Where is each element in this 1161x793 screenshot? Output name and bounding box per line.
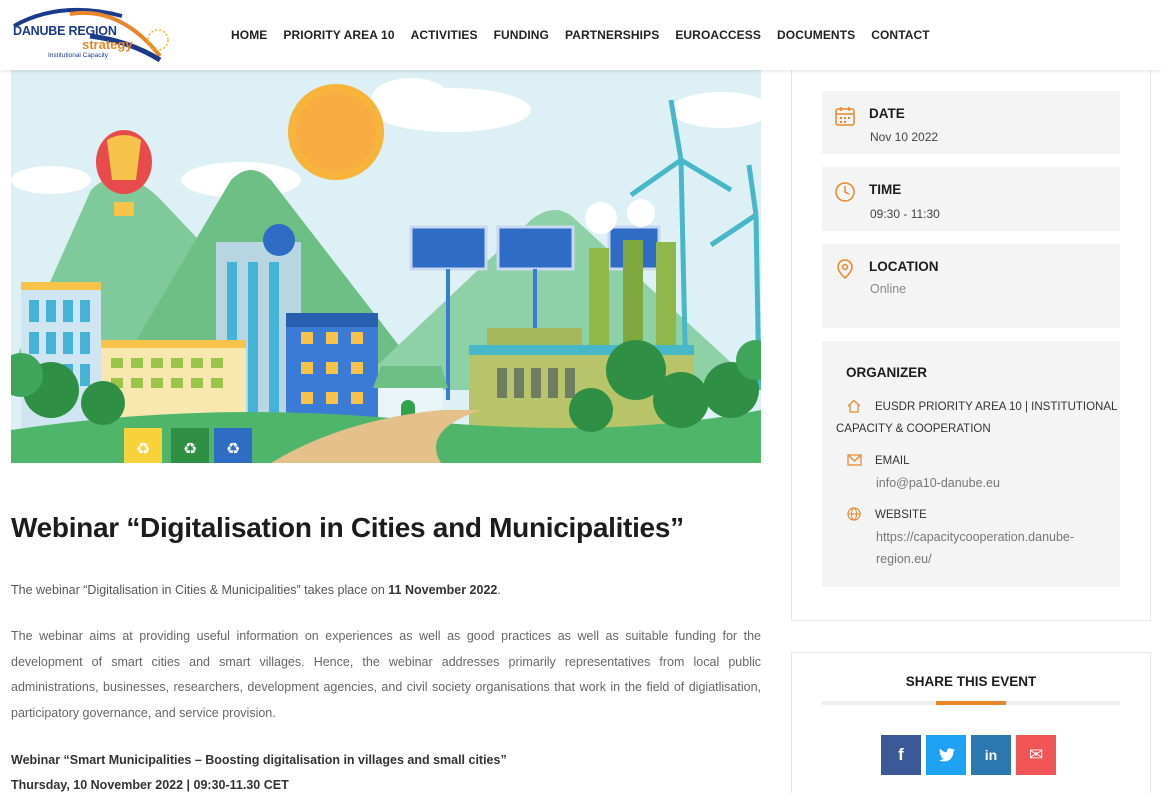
location-card: LOCATION Online — [822, 244, 1120, 328]
intro-end: . — [497, 583, 501, 597]
time-card: TIME 09:30 - 11:30 — [822, 167, 1120, 231]
session-title: Webinar “Smart Municipalities – Boosting… — [11, 753, 507, 767]
smart-city-illustration: ♻ ♻ ♻ — [11, 70, 761, 463]
organizer-title: ORGANIZER — [846, 365, 927, 380]
nav-documents[interactable]: DOCUMENTS — [777, 28, 855, 42]
intro-paragraph: The webinar “Digitalisation in Cities & … — [11, 583, 501, 597]
map-pin-icon — [837, 259, 853, 279]
page-title: Webinar “Digitalisation in Cities and Mu… — [11, 512, 684, 543]
nav-contact[interactable]: CONTACT — [871, 28, 929, 42]
logo-text-main: DANUBE REGION — [13, 24, 117, 38]
nav-priority-area-10[interactable]: PRIORITY AREA 10 — [283, 28, 394, 42]
svg-text:♻: ♻ — [183, 439, 197, 458]
nav-euroaccess[interactable]: EUROACCESS — [675, 28, 761, 42]
time-value: 09:30 - 11:30 — [870, 207, 940, 221]
website-link[interactable]: https://capacitycooperation.danube- regi… — [876, 526, 1074, 570]
intro-text: The webinar “Digitalisation in Cities & … — [11, 583, 389, 597]
date-card: DATE Nov 10 2022 — [822, 91, 1120, 154]
nav-activities[interactable]: ACTIVITIES — [411, 28, 478, 42]
share-linkedin-button[interactable]: in — [971, 735, 1011, 775]
calendar-icon — [835, 107, 855, 126]
location-label: LOCATION — [869, 259, 939, 274]
organizer-card: ORGANIZER EUSDR PRIORITY AREA 10 | INSTI… — [822, 341, 1120, 587]
email-link[interactable]: info@pa10-danube.eu — [876, 472, 1000, 494]
share-email-button[interactable]: ✉ — [1016, 735, 1056, 775]
clock-icon — [835, 182, 855, 202]
share-facebook-button[interactable]: f — [881, 735, 921, 775]
hero-illustration: ♻ ♻ ♻ — [11, 70, 761, 463]
share-twitter-button[interactable] — [926, 735, 966, 775]
share-divider — [822, 701, 1120, 705]
nav-home[interactable]: HOME — [231, 28, 267, 42]
share-title: SHARE THIS EVENT — [905, 674, 1037, 689]
logo-text-sub: Institutional Capacity — [48, 52, 108, 59]
nav-partnerships[interactable]: PARTNERSHIPS — [565, 28, 659, 42]
svg-text:♻: ♻ — [136, 439, 150, 458]
facebook-icon: f — [898, 745, 904, 764]
share-divider-accent — [936, 701, 1006, 705]
nav-funding[interactable]: FUNDING — [494, 28, 549, 42]
time-label: TIME — [869, 182, 902, 197]
intro-date: 11 November 2022 — [388, 583, 498, 597]
share-panel: SHARE THIS EVENT f in ✉ — [791, 652, 1151, 793]
organizer-name-line1: EUSDR PRIORITY AREA 10 | INSTITUTIONAL — [875, 401, 1118, 413]
site-header: DANUBE REGION strategy Institutional Cap… — [0, 0, 1161, 70]
website-link-line2: region.eu/ — [876, 552, 932, 566]
globe-icon — [847, 507, 861, 521]
date-label: DATE — [869, 106, 905, 121]
logo-text-strategy: strategy — [82, 37, 133, 52]
email-label: EMAIL — [875, 455, 910, 467]
session-block: Webinar “Smart Municipalities – Boosting… — [11, 748, 507, 793]
home-icon — [847, 399, 861, 413]
email-share-icon: ✉ — [1028, 745, 1044, 764]
website-label: WEBSITE — [875, 509, 927, 521]
svg-text:♻: ♻ — [226, 439, 240, 458]
date-value: Nov 10 2022 — [870, 130, 939, 144]
organizer-name-line2: CAPACITY & COOPERATION — [836, 423, 991, 435]
site-logo[interactable]: DANUBE REGION strategy Institutional Cap… — [10, 6, 172, 64]
website-link-line1: https://capacitycooperation.danube- — [876, 530, 1075, 544]
main-nav: HOME PRIORITY AREA 10 ACTIVITIES FUNDING… — [231, 28, 946, 42]
linkedin-icon: in — [984, 747, 998, 763]
envelope-icon — [847, 454, 862, 466]
description-paragraph: The webinar aims at providing useful inf… — [11, 629, 761, 720]
session-datetime: Thursday, 10 November 2022 | 09:30-11.30… — [11, 778, 289, 792]
twitter-icon — [938, 748, 955, 762]
location-value: Online — [870, 282, 907, 296]
